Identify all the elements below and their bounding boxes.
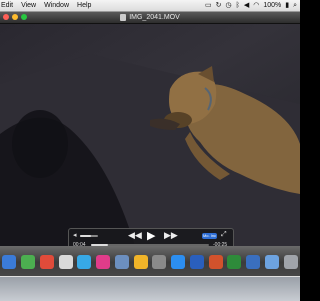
zoom-button[interactable] — [21, 14, 27, 20]
fullscreen-icon[interactable]: ⤢ — [221, 231, 227, 239]
wifi-icon[interactable]: ◠ — [253, 1, 259, 10]
system-preferences-icon[interactable] — [152, 255, 167, 269]
menu-view[interactable]: View — [21, 2, 36, 9]
video-content — [0, 54, 300, 246]
chrome-icon[interactable] — [39, 255, 54, 269]
display-icon[interactable]: ▭ — [205, 1, 212, 10]
word-icon[interactable] — [189, 255, 204, 269]
trash-icon[interactable] — [283, 255, 298, 269]
dock-icons — [0, 252, 300, 272]
menu: Edit View Window Help — [0, 2, 91, 9]
folder-icon[interactable] — [264, 255, 279, 269]
dock — [0, 246, 300, 301]
search-icon[interactable]: ⌕ — [293, 1, 297, 10]
window-controls — [3, 14, 27, 20]
status-area: ▭ ↻ ◷ ᛒ ◀ ◠ 100% ▮ ⌕ — [205, 1, 300, 10]
share-button[interactable]: Mo. Inc — [202, 233, 217, 239]
controller-top-row: ◂ ◀◀ ▶ ▶▶ Mo. Inc ⤢ — [69, 229, 233, 242]
powerpoint-icon[interactable] — [208, 255, 223, 269]
fast-forward-button[interactable]: ▶▶ — [164, 230, 178, 241]
app-store-icon[interactable] — [171, 255, 186, 269]
window-title: IMG_2041.MOV — [129, 14, 180, 21]
messages-icon[interactable] — [77, 255, 92, 269]
window-titlebar: IMG_2041.MOV — [0, 12, 300, 24]
dock-shelf — [0, 276, 300, 301]
menu-help[interactable]: Help — [77, 2, 91, 9]
facetime-icon[interactable] — [21, 255, 36, 269]
itunes-icon[interactable] — [96, 255, 111, 269]
volume-level — [80, 235, 91, 237]
timemachine-icon[interactable]: ◷ — [226, 1, 232, 10]
movie-file-icon — [120, 14, 127, 21]
play-button[interactable]: ▶ — [147, 229, 155, 242]
minimize-button[interactable] — [12, 14, 18, 20]
preview-icon[interactable] — [114, 255, 129, 269]
battery-icon[interactable]: ▮ — [285, 1, 289, 10]
menu-edit[interactable]: Edit — [1, 2, 13, 9]
photos-icon[interactable] — [133, 255, 148, 269]
volume-icon[interactable]: ◀ — [244, 1, 249, 10]
sync-icon[interactable]: ↻ — [216, 1, 222, 10]
bluetooth-icon[interactable]: ᛒ — [236, 1, 240, 10]
menu-bar: Edit View Window Help ▭ ↻ ◷ ᛒ ◀ ◠ 100% ▮… — [0, 0, 300, 12]
window-title-group: IMG_2041.MOV — [120, 14, 180, 21]
video-frame[interactable] — [0, 24, 300, 246]
rewind-button[interactable]: ◀◀ — [128, 230, 142, 241]
volume-slider[interactable] — [80, 235, 98, 237]
shadow-head — [12, 110, 68, 178]
battery-percent[interactable]: 100% — [263, 1, 281, 10]
calendar-icon[interactable] — [58, 255, 73, 269]
menu-window[interactable]: Window — [44, 2, 69, 9]
volume-icon[interactable]: ◂ — [73, 231, 77, 239]
excel-icon[interactable] — [227, 255, 242, 269]
finder-icon[interactable] — [2, 255, 17, 269]
quicktime-icon[interactable] — [246, 255, 261, 269]
close-button[interactable] — [3, 14, 9, 20]
